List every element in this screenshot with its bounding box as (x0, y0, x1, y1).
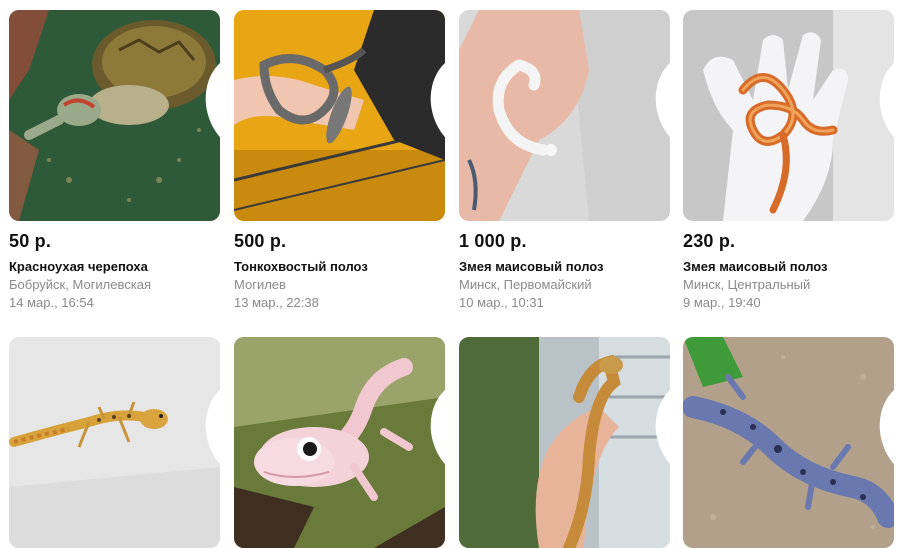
listing-photo[interactable] (9, 337, 220, 548)
listing-photo[interactable] (234, 10, 445, 221)
listing-card[interactable]: 1 000 р. Змея маисовый полоз Минск, Перв… (459, 10, 670, 310)
listing-card[interactable]: 230 р. Змея маисовый полоз Минск, Центра… (683, 10, 894, 310)
favorite-heart-icon[interactable] (190, 16, 220, 137)
listing-location: Минск, Центральный (683, 277, 811, 292)
listing-date: 9 мар., 19:40 (683, 295, 761, 310)
listing-title[interactable]: Змея маисовый полоз (683, 259, 894, 274)
listing-card[interactable] (234, 337, 445, 548)
favorite-heart-icon[interactable] (415, 343, 445, 464)
listing-photo[interactable] (234, 337, 445, 548)
favorite-heart-icon[interactable] (640, 16, 670, 137)
listing-date: 14 мар., 16:54 (9, 295, 94, 310)
listing-price: 230 р. (683, 231, 736, 251)
favorite-heart-icon[interactable] (415, 16, 445, 137)
blue-gecko-photo (683, 337, 894, 548)
leopard-gecko-photo (9, 337, 220, 548)
snake-arm-photo (234, 10, 445, 221)
listing-title[interactable]: Тонкохвостый полоз (234, 259, 445, 274)
listing-card[interactable]: 500 р. Тонкохвостый полоз Могилев 13 мар… (234, 10, 445, 310)
white-snake-photo (459, 10, 670, 221)
favorite-heart-icon[interactable] (864, 16, 894, 137)
turtle-photo (9, 10, 220, 221)
listing-photo[interactable] (459, 337, 670, 548)
listing-location: Минск, Первомайский (459, 277, 592, 292)
listing-location: Могилев (234, 277, 286, 292)
listing-date: 13 мар., 22:38 (234, 295, 319, 310)
listing-date: 10 мар., 10:31 (459, 295, 544, 310)
listing-photo[interactable] (683, 337, 894, 548)
orange-snake-photo (683, 10, 894, 221)
listing-photo[interactable] (683, 10, 894, 221)
bearded-dragon-photo (459, 337, 670, 548)
listing-title[interactable]: Змея маисовый полоз (459, 259, 670, 274)
listing-price: 500 р. (234, 231, 287, 251)
favorite-heart-icon[interactable] (864, 343, 894, 464)
listing-photo[interactable] (459, 10, 670, 221)
listing-price: 1 000 р. (459, 231, 527, 251)
favorite-heart-icon[interactable] (640, 343, 670, 464)
listing-location: Бобруйск, Могилевская (9, 277, 151, 292)
listings-grid: 50 р. Красноухая черепоха Бобруйск, Моги… (0, 0, 900, 548)
listing-card[interactable] (683, 337, 894, 548)
listing-card[interactable] (459, 337, 670, 548)
listing-title[interactable]: Красноухая черепоха (9, 259, 220, 274)
listing-photo[interactable] (9, 10, 220, 221)
listing-card[interactable]: 50 р. Красноухая черепоха Бобруйск, Моги… (9, 10, 220, 310)
listing-card[interactable] (9, 337, 220, 548)
white-gecko-photo (234, 337, 445, 548)
favorite-heart-icon[interactable] (190, 343, 220, 464)
listing-price: 50 р. (9, 231, 52, 251)
